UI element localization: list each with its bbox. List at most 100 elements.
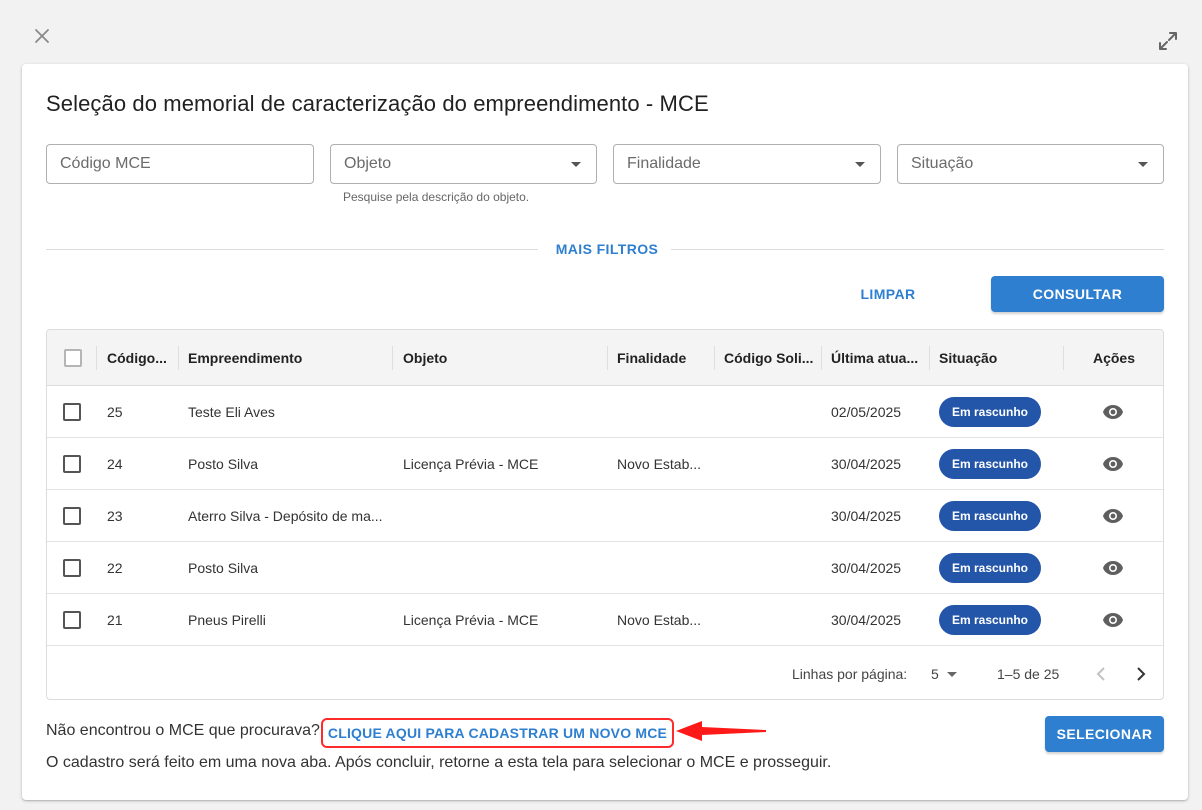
objeto-select[interactable]: Objeto [330,144,597,184]
row-checkbox[interactable] [63,507,81,525]
cell-finalidade: Novo Estab... [617,612,702,628]
status-badge: Em rascunho [939,553,1041,583]
cell-objeto [403,542,603,594]
col-finalidade[interactable]: Finalidade [617,330,715,386]
cell-objeto [403,490,603,542]
view-button[interactable] [1102,558,1124,578]
cell-objeto: Licença Prévia - MCE [403,612,539,628]
cell-finalidade [617,542,709,594]
dialog-title: Seleção do memorial de caracterização do… [46,91,709,116]
divider-right [671,249,1164,250]
row-checkbox[interactable] [63,455,81,473]
cell-ultima-atualizacao: 30/04/2025 [831,560,902,576]
dropdown-caret-icon [855,161,865,167]
table-row[interactable]: 24 Posto Silva Licença Prévia - MCE Novo… [47,438,1163,490]
view-button[interactable] [1102,454,1124,474]
cell-codigo-solicitacao [724,594,816,646]
chevron-left-icon [1096,667,1105,681]
cell-finalidade: Novo Estab... [617,456,702,472]
cell-objeto [403,386,603,438]
eye-icon [1103,405,1123,419]
column-separator [178,346,179,370]
chevron-right-icon [1137,667,1146,681]
not-found-question: Não encontrou o MCE que procurava? [46,722,320,739]
limpar-button[interactable]: LIMPAR [842,276,934,312]
consultar-button[interactable]: CONSULTAR [991,276,1164,312]
rows-per-page-value: 5 [931,666,939,682]
finalidade-placeholder: Finalidade [627,155,701,172]
row-checkbox[interactable] [63,403,81,421]
cell-empreendimento: Posto Silva [188,560,259,576]
column-separator [392,346,393,370]
column-separator [821,346,822,370]
cell-codigo: 25 [107,404,123,420]
pagination-range: 1–5 de 25 [997,666,1060,682]
row-checkbox[interactable] [63,559,81,577]
codigo-mce-field[interactable] [46,144,314,184]
view-button[interactable] [1102,610,1124,630]
view-button[interactable] [1102,402,1124,422]
rows-per-page-select[interactable]: 5 [931,648,963,699]
table-row[interactable]: 25 Teste Eli Aves 02/05/2025 Em rascunho [47,386,1163,438]
table-row[interactable]: 21 Pneus Pirelli Licença Prévia - MCE No… [47,594,1163,646]
cell-codigo: 23 [107,508,123,524]
cell-codigo-solicitacao [724,490,816,542]
table-row[interactable]: 22 Posto Silva 30/04/2025 Em rascunho [47,542,1163,594]
codigo-mce-input[interactable] [60,155,300,173]
cadastrar-novo-mce-link[interactable]: CLIQUE AQUI PARA CADASTRAR UM NOVO MCE [321,718,674,748]
cell-empreendimento: Teste Eli Aves [188,404,275,420]
cell-empreendimento: Aterro Silva - Depósito de ma... [188,508,383,524]
cell-objeto: Licença Prévia - MCE [403,456,539,472]
col-objeto[interactable]: Objeto [403,330,603,386]
cell-finalidade [617,490,709,542]
arrow-annotation-icon [676,721,766,741]
table-header: Código... Empreendimento Objeto Finalida… [47,330,1163,386]
column-separator [607,346,608,370]
finalidade-select[interactable]: Finalidade [613,144,881,184]
dropdown-caret-icon [946,671,957,677]
view-button[interactable] [1102,506,1124,526]
divider-left [46,249,538,250]
status-badge: Em rascunho [939,605,1041,635]
status-badge: Em rascunho [939,501,1041,531]
expand-button[interactable] [1155,28,1181,54]
col-codigo-solicitacao[interactable]: Código Soli... [724,330,816,386]
eye-icon [1103,509,1123,523]
col-ultima-atualizacao[interactable]: Última atua... [831,330,923,386]
next-page-button[interactable] [1131,648,1151,699]
close-icon [35,29,49,43]
status-badge: Em rascunho [939,397,1041,427]
cell-codigo-solicitacao [724,438,816,490]
cell-finalidade [617,386,709,438]
eye-icon [1103,561,1123,575]
col-acoes: Ações [1092,350,1136,366]
col-situacao[interactable]: Situação [939,330,1039,386]
cell-ultima-atualizacao: 30/04/2025 [831,456,902,472]
cell-codigo-solicitacao [724,542,816,594]
cadastro-note: O cadastro será feito em uma nova aba. A… [46,754,832,771]
table-row[interactable]: 23 Aterro Silva - Depósito de ma... 30/0… [47,490,1163,542]
col-codigo[interactable]: Código... [107,330,171,386]
dropdown-caret-icon [571,161,581,167]
mce-selection-dialog: Seleção do memorial de caracterização do… [22,64,1188,800]
close-button[interactable] [30,24,54,48]
column-separator [714,346,715,370]
selecionar-button[interactable]: SELECIONAR [1045,716,1164,752]
cell-codigo-solicitacao [724,386,816,438]
cell-empreendimento: Posto Silva [188,456,259,472]
cell-ultima-atualizacao: 30/04/2025 [831,612,902,628]
table-pagination: Linhas por página: 5 1–5 de 25 [47,648,1163,699]
cell-ultima-atualizacao: 02/05/2025 [831,404,902,420]
cell-ultima-atualizacao: 30/04/2025 [831,508,902,524]
situacao-select[interactable]: Situação [897,144,1164,184]
status-badge: Em rascunho [939,449,1041,479]
eye-icon [1103,613,1123,627]
col-empreendimento[interactable]: Empreendimento [188,330,388,386]
column-separator [96,346,97,370]
row-checkbox[interactable] [63,611,81,629]
select-all-checkbox[interactable] [64,349,82,367]
prev-page-button[interactable] [1091,648,1111,699]
mce-table: Código... Empreendimento Objeto Finalida… [46,329,1164,700]
mais-filtros-button[interactable]: MAIS FILTROS [542,241,672,257]
dropdown-caret-icon [1138,161,1148,167]
